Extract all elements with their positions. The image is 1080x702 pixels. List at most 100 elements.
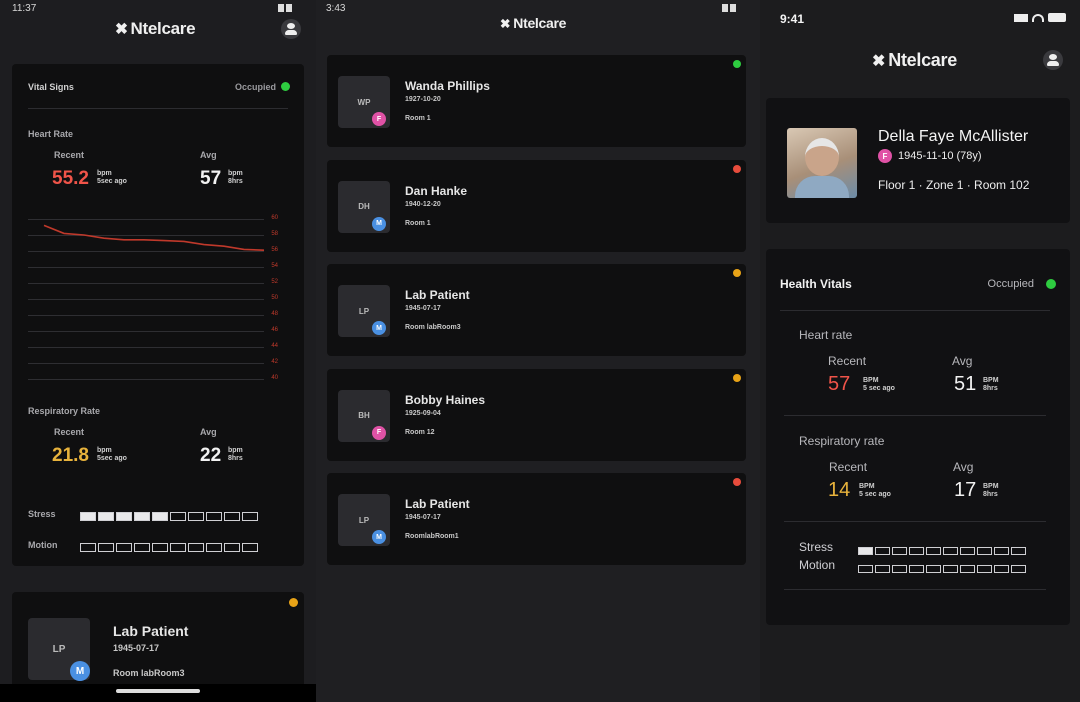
heart-rate-chart: 60 58 56 54 52 50 48 46 44 42 40 bbox=[28, 215, 278, 381]
meter-segment bbox=[926, 565, 941, 573]
health-vitals-card: Health Vitals Occupied Heart rate Recent… bbox=[766, 249, 1070, 625]
heart-recent-unit: bpm 5sec ago bbox=[97, 170, 127, 186]
patient-name: Lab Patient bbox=[405, 288, 470, 302]
y-tick-label: 42 bbox=[271, 359, 278, 365]
stress-label: Stress bbox=[28, 509, 56, 519]
stress-meter bbox=[858, 542, 1028, 560]
unit-bpm: bpm bbox=[97, 447, 112, 454]
status-bar: 11:37 bbox=[0, 0, 316, 18]
patient-dob: 1945-07-17 bbox=[405, 514, 441, 521]
app-logo: ✖ Ntelcare bbox=[872, 50, 957, 71]
grid-line bbox=[28, 379, 264, 380]
meter-segment bbox=[943, 565, 958, 573]
motion-meter bbox=[858, 560, 1028, 578]
brand-name: Ntelcare bbox=[888, 50, 957, 70]
meter-segment bbox=[909, 547, 924, 555]
home-indicator[interactable] bbox=[116, 689, 200, 693]
y-tick-label: 58 bbox=[271, 231, 278, 237]
avg-label: Avg bbox=[200, 427, 217, 437]
divider bbox=[784, 589, 1046, 590]
heart-avg-value: 57 bbox=[200, 168, 222, 189]
meter-segment bbox=[116, 543, 132, 552]
left-phone-screen: 11:37 ✖ Ntelcare Vital Signs Occupied Hea… bbox=[0, 0, 316, 702]
patient-card[interactable]: WP F Wanda Phillips 1927-10-20 Room 1 bbox=[327, 55, 746, 147]
unit-ago: 5sec ago bbox=[97, 178, 127, 185]
avg-label: Avg bbox=[953, 460, 974, 474]
unit-hrs: 8hrs bbox=[983, 385, 998, 392]
patient-room: RoomlabRoom1 bbox=[405, 533, 459, 540]
patient-photo bbox=[787, 128, 857, 198]
profile-icon[interactable] bbox=[1043, 50, 1063, 70]
meter-segment bbox=[188, 543, 204, 552]
meter-segment bbox=[892, 565, 907, 573]
status-icons bbox=[276, 4, 302, 13]
unit-bpm: BPM bbox=[859, 483, 875, 490]
meter-segment bbox=[977, 565, 992, 573]
app-logo: ✖ Ntelcare bbox=[115, 19, 196, 39]
meter-segment bbox=[134, 512, 150, 521]
patient-dob: 1945-07-17 bbox=[405, 305, 441, 312]
unit-hrs: 8hrs bbox=[228, 455, 243, 462]
resp-avg-value: 22 bbox=[200, 445, 222, 466]
patient-card[interactable]: BH F Bobby Haines 1925-09-04 Room 12 bbox=[327, 368, 746, 461]
unit-bpm: bpm bbox=[228, 170, 243, 177]
meter-segment bbox=[206, 543, 222, 552]
resp-recent-unit: bpm 5sec ago bbox=[97, 447, 127, 463]
heart-rate-label: Heart Rate bbox=[28, 129, 74, 139]
sex-badge: M bbox=[70, 661, 90, 681]
motion-meter bbox=[80, 539, 260, 557]
patient-dob: 1945-07-17 bbox=[113, 643, 160, 653]
resp-avg-unit: bpm 8hrs bbox=[228, 447, 243, 463]
meter-segment bbox=[977, 547, 992, 555]
patient-room: Room labRoom3 bbox=[113, 668, 185, 678]
meter-segment bbox=[943, 547, 958, 555]
heart-recent-value: 57 bbox=[828, 373, 851, 395]
status-dot bbox=[733, 60, 741, 68]
brand-name: Ntelcare bbox=[130, 19, 196, 38]
meter-segment bbox=[242, 512, 258, 521]
status-bar: 9:41 bbox=[760, 0, 1080, 30]
meter-segment bbox=[80, 512, 96, 521]
meter-segment bbox=[892, 547, 907, 555]
y-tick-label: 50 bbox=[271, 295, 278, 301]
logo-icon: ✖ bbox=[872, 52, 886, 70]
meter-segment bbox=[134, 543, 150, 552]
meter-segment bbox=[926, 547, 941, 555]
meter-segment bbox=[1011, 565, 1026, 573]
meter-segment bbox=[98, 512, 114, 521]
patient-name: Lab Patient bbox=[405, 497, 470, 511]
y-tick-label: 48 bbox=[271, 311, 278, 317]
unit-hrs: 8hrs bbox=[983, 491, 998, 498]
unit-ago: 5 sec ago bbox=[863, 385, 895, 392]
meter-segment bbox=[875, 547, 890, 555]
logo-icon: ✖ bbox=[500, 17, 511, 31]
meter-segment bbox=[1011, 547, 1026, 555]
avg-label: Avg bbox=[200, 150, 217, 160]
resp-recent-unit: BPM 5 sec ago bbox=[859, 483, 891, 499]
photo-face bbox=[805, 138, 839, 176]
status-time: 3:43 bbox=[326, 3, 346, 14]
respiratory-rate-label: Respiratory Rate bbox=[28, 406, 101, 416]
patient-name: Wanda Phillips bbox=[405, 79, 490, 93]
occupancy-dot bbox=[281, 82, 290, 91]
patient-room: Room 1 bbox=[405, 219, 431, 227]
vitals-title: Vital Signs bbox=[28, 82, 74, 92]
patient-card[interactable]: LP M Lab Patient 1945-07-17 Room labRoom3 bbox=[327, 264, 746, 356]
patient-card[interactable]: DH M Dan Hanke 1940-12-20 Room 1 bbox=[327, 159, 746, 252]
y-tick-label: 56 bbox=[271, 247, 278, 253]
resp-recent-value: 21.8 bbox=[52, 445, 89, 466]
divider bbox=[784, 415, 1046, 416]
status-time: 11:37 bbox=[12, 3, 37, 14]
heart-avg-value: 51 bbox=[954, 373, 977, 395]
meter-segment bbox=[98, 543, 114, 552]
profile-icon[interactable] bbox=[281, 19, 301, 39]
status-icons bbox=[720, 4, 746, 13]
photo-shirt bbox=[795, 176, 849, 198]
status-dot bbox=[733, 478, 741, 486]
unit-bpm: BPM bbox=[983, 483, 999, 490]
patient-card[interactable]: LP M Lab Patient 1945-07-17 RoomlabRoom1 bbox=[327, 473, 746, 565]
unit-bpm: BPM bbox=[983, 377, 999, 384]
y-tick-label: 54 bbox=[271, 263, 278, 269]
status-dot bbox=[733, 164, 741, 173]
sex-badge: M bbox=[372, 530, 386, 544]
